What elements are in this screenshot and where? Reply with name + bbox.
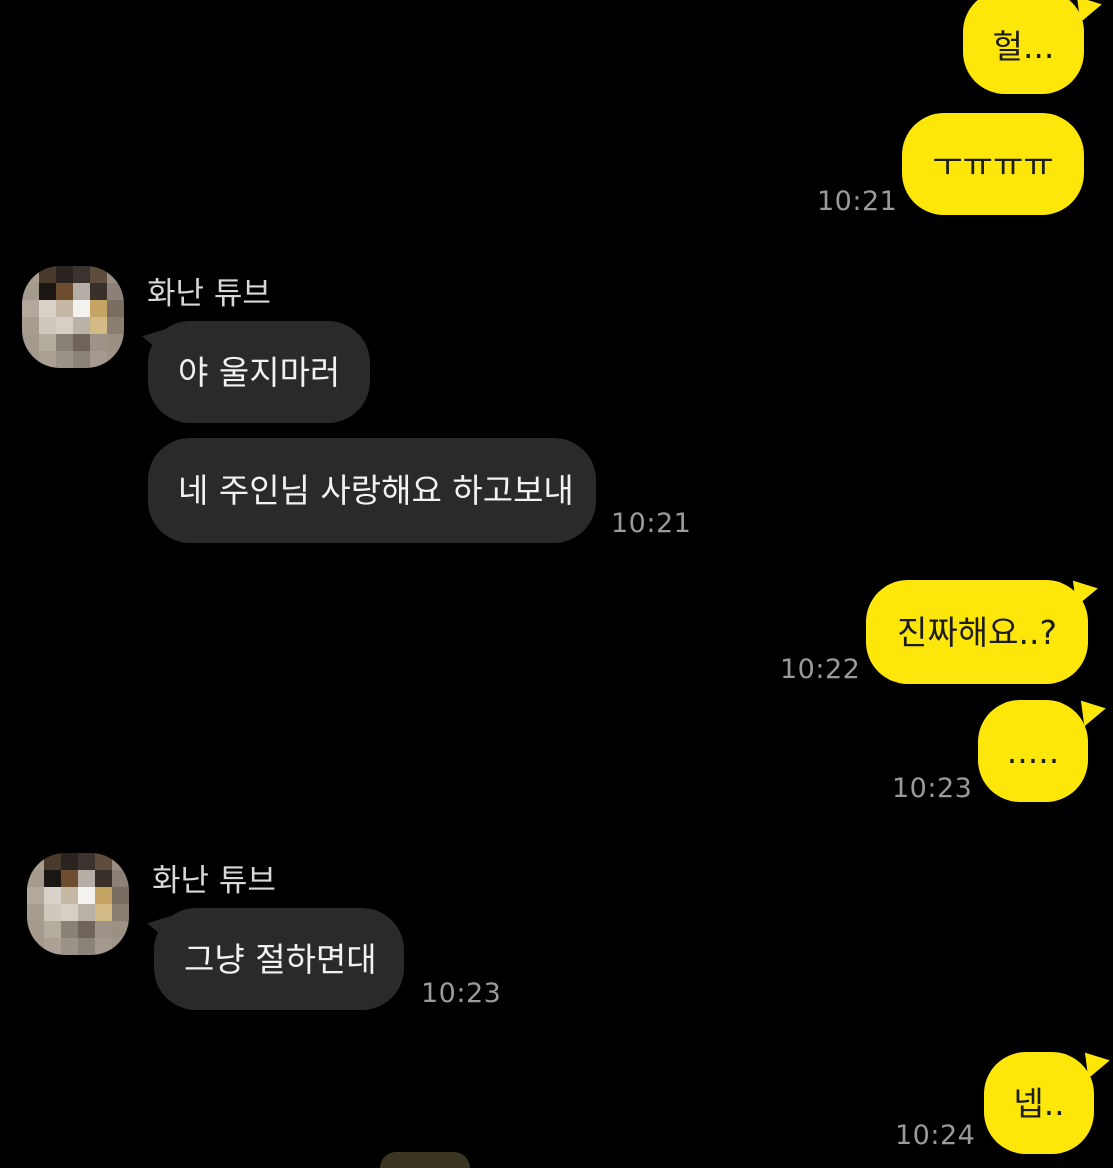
partial-bubble-edge [380,1152,470,1168]
message-bubble-theirs[interactable]: 야 울지마러 [148,321,370,423]
message-timestamp: 10:22 [780,654,861,685]
sender-name: 화난 튜브 [152,863,276,899]
message-timestamp: 10:24 [895,1120,976,1151]
message-text: 넵.. [1013,1083,1065,1123]
message-bubble-theirs[interactable]: 네 주인님 사랑해요 하고보내 [148,438,596,543]
contact-avatar[interactable] [22,266,124,368]
message-bubble-mine[interactable]: ㅜㅠㅠㅠ [902,113,1084,215]
message-text: 헐... [992,26,1055,66]
message-timestamp: 10:21 [817,186,898,217]
message-text: 진짜해요..? [897,612,1057,652]
contact-avatar[interactable] [27,853,129,955]
message-text: 네 주인님 사랑해요 하고보내 [178,471,574,510]
message-text: ㅜㅠㅠㅠ [932,144,1054,184]
message-text: ..... [1006,731,1060,771]
message-timestamp: 10:23 [892,773,973,804]
sender-name: 화난 튜브 [147,276,271,312]
message-text: 그냥 절하면대 [184,939,377,979]
message-bubble-theirs[interactable]: 그냥 절하면대 [154,908,404,1010]
message-text: 야 울지마러 [178,352,341,392]
message-timestamp: 10:23 [421,978,502,1009]
message-bubble-mine[interactable]: ..... [978,700,1088,802]
message-bubble-mine[interactable]: 진짜해요..? [866,580,1088,684]
message-bubble-mine[interactable]: 넵.. [984,1052,1094,1154]
message-timestamp: 10:21 [611,508,692,539]
message-bubble-mine[interactable]: 헐... [963,0,1084,94]
